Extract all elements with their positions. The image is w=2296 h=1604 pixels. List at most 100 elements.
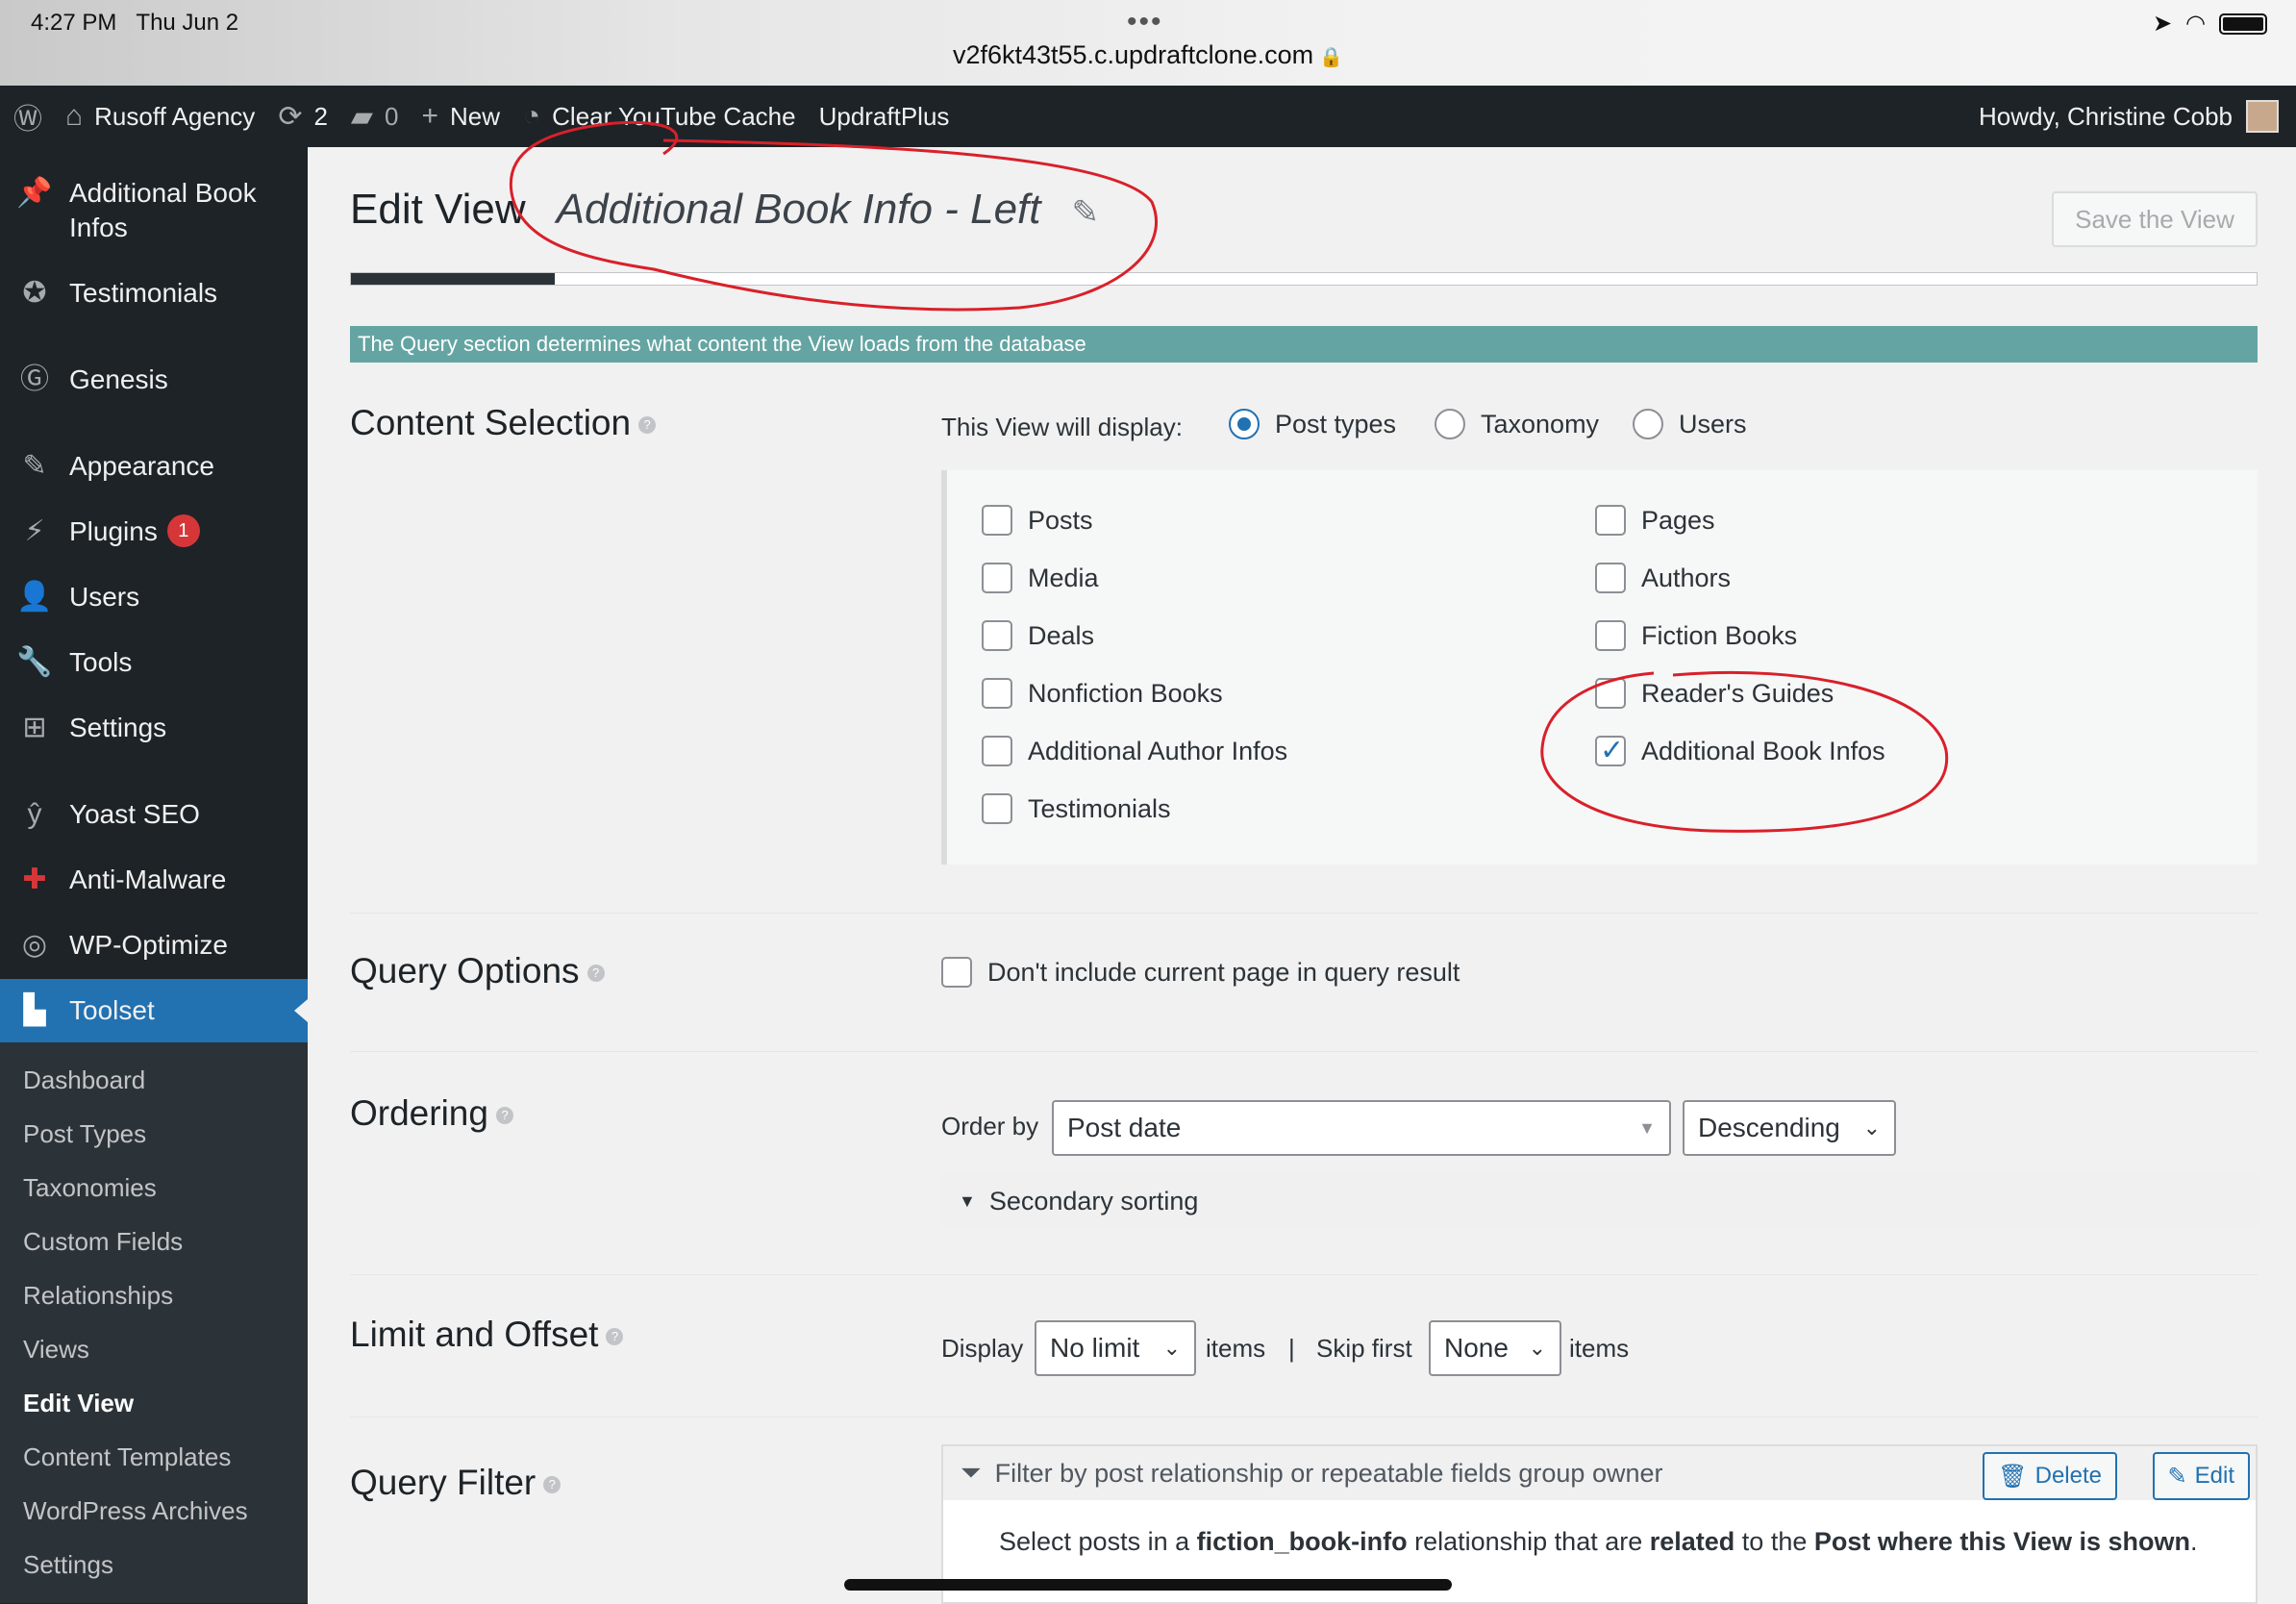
radio-button-selected[interactable] (1229, 409, 1260, 439)
help-icon[interactable]: ? (638, 416, 657, 435)
secondary-sorting-toggle[interactable]: ▼ Secondary sorting (941, 1174, 2258, 1228)
sidebar-item-plugins[interactable]: ⚡ Plugins 1 (0, 514, 308, 549)
section-divider (350, 1416, 2258, 1417)
help-icon[interactable]: ? (606, 1328, 624, 1346)
pencil-icon[interactable]: ✎ (1072, 193, 1100, 232)
filter-title: Filter by post relationship or repeatabl… (994, 1458, 1663, 1488)
more-dots-icon[interactable]: ••• (1127, 6, 1163, 38)
view-name-title[interactable]: Additional Book Info - Left (557, 186, 1041, 234)
checkbox-pages[interactable]: Pages (1595, 505, 1715, 536)
updraftplus-link[interactable]: UpdraftPlus (819, 102, 950, 132)
howdy-text: Howdy, Christine Cobb (1979, 101, 2233, 131)
checkbox-deals[interactable]: Deals (982, 620, 1094, 651)
query-options-heading: Query Options? (350, 951, 605, 991)
optimize-icon: ◎ (21, 929, 48, 961)
updates-link[interactable]: ⟳ 2 (278, 100, 328, 134)
submenu-dashboard[interactable]: Dashboard (23, 1065, 145, 1095)
sidebar-item-settings[interactable]: ⊞ Settings (0, 711, 308, 745)
display-label: This View will display: (941, 413, 1183, 441)
submenu-taxonomies[interactable]: Taxonomies (23, 1173, 157, 1203)
help-icon[interactable]: ? (543, 1476, 562, 1494)
edit-filter-button[interactable]: ✎ Edit (2152, 1452, 2250, 1500)
query-filter-heading: Query Filter? (350, 1463, 562, 1503)
sidebar-item-wp-optimize[interactable]: ◎ WP-Optimize (0, 928, 308, 963)
submenu-settings[interactable]: Settings (23, 1550, 113, 1580)
skip-first-select[interactable]: None ⌄ (1429, 1320, 1561, 1376)
caret-down-icon: ▼ (1638, 1118, 1656, 1138)
checkbox-media[interactable]: Media (982, 563, 1099, 593)
comment-icon: ▰ (350, 100, 373, 133)
submenu-views[interactable]: Views (23, 1335, 89, 1365)
submenu-relationships[interactable]: Relationships (23, 1281, 173, 1311)
wordpress-logo-button[interactable]: Ⓦ (13, 95, 42, 138)
shield-icon: ✚ (22, 864, 47, 895)
radio-users[interactable]: Users (1633, 409, 1747, 439)
checkbox-posts[interactable]: Posts (982, 505, 1093, 536)
checkbox-readers-guides[interactable]: Reader's Guides (1595, 678, 1834, 709)
plus-icon: + (421, 100, 438, 132)
radio-button[interactable] (1435, 409, 1465, 439)
sidebar-item-testimonials[interactable]: ✪ Testimonials (0, 276, 308, 311)
ordering-heading: Ordering? (350, 1093, 513, 1134)
submenu-content-templates[interactable]: Content Templates (23, 1442, 231, 1472)
skip-first-label: Skip first (1316, 1334, 1412, 1363)
radio-button[interactable] (1633, 409, 1663, 439)
checkbox-exclude-current-page[interactable]: Don't include current page in query resu… (941, 957, 1460, 988)
radio-post-types[interactable]: Post types (1229, 409, 1396, 439)
chevron-down-icon: ⌄ (1162, 1336, 1181, 1360)
sidebar-item-anti-malware[interactable]: ✚ Anti-Malware (0, 863, 308, 897)
submenu-custom-fields[interactable]: Custom Fields (23, 1227, 183, 1257)
new-content-link[interactable]: + New (421, 100, 500, 133)
help-icon[interactable]: ? (586, 965, 605, 983)
order-by-select[interactable]: Post date ▼ (1052, 1100, 1671, 1156)
url-text: v2f6kt43t55.c.updraftclone.com (952, 40, 1314, 69)
sidebar-item-additional-book-infos[interactable]: 📌 Additional Book Infos (0, 176, 308, 245)
progress-bar (350, 272, 2258, 286)
limit-select[interactable]: No limit ⌄ (1035, 1320, 1196, 1376)
filter-icon: ⏷ (961, 1458, 982, 1487)
limit-offset-heading: Limit and Offset? (350, 1315, 624, 1355)
trash-icon: 🗑 (1998, 1463, 2028, 1490)
home-icon: ⌂ (65, 100, 84, 132)
query-notice: The Query section determines what conten… (350, 326, 2258, 363)
checkbox-fiction-books[interactable]: Fiction Books (1595, 620, 1797, 651)
delete-filter-button[interactable]: 🗑 Delete (1983, 1452, 2117, 1500)
home-indicator[interactable] (844, 1579, 1452, 1591)
address-bar[interactable]: v2f6kt43t55.c.updraftclone.com 🔒 (0, 40, 2296, 70)
site-name-link[interactable]: ⌂ Rusoff Agency (65, 100, 255, 133)
user-icon: 👤 (16, 581, 53, 613)
checkbox-checked[interactable] (1595, 734, 1626, 767)
sliders-icon: ⊞ (22, 712, 47, 743)
toolset-submenu: Dashboard Post Types Taxonomies Custom F… (0, 1042, 308, 1603)
help-icon[interactable]: ? (495, 1107, 513, 1125)
chevron-down-icon: ⌄ (1528, 1336, 1546, 1360)
sidebar-item-yoast-seo[interactable]: ŷ Yoast SEO (0, 797, 308, 832)
comments-link[interactable]: ▰ 0 (351, 100, 399, 134)
checkbox-nonfiction-books[interactable]: Nonfiction Books (982, 678, 1223, 709)
account-menu[interactable]: Howdy, Christine Cobb (1979, 86, 2279, 147)
checkbox-additional-book-infos[interactable]: Additional Book Infos (1595, 734, 1885, 767)
clear-youtube-cache-link[interactable]: ◔ Clear YouTube Cache (523, 100, 796, 133)
sidebar-item-genesis[interactable]: Ⓖ Genesis (0, 363, 308, 397)
order-direction-select[interactable]: Descending ⌄ (1683, 1100, 1896, 1156)
separator: | (1288, 1334, 1295, 1363)
sidebar-item-appearance[interactable]: ✎ Appearance (0, 449, 308, 484)
checkbox-additional-author-infos[interactable]: Additional Author Infos (982, 736, 1287, 766)
ios-status-bar: 4:27 PM Thu Jun 2 ••• v2f6kt43t55.c.updr… (0, 0, 2296, 86)
gauge-icon: ◔ (523, 100, 541, 132)
filter-header: ⏷ Filter by post relationship or repeata… (943, 1446, 2256, 1500)
checkbox-testimonials[interactable]: Testimonials (982, 793, 1171, 824)
filter-description: Select posts in a fiction_book-info rela… (999, 1527, 2198, 1556)
sidebar-item-tools[interactable]: 🔧 Tools (0, 645, 308, 680)
submenu-wordpress-archives[interactable]: WordPress Archives (23, 1496, 248, 1526)
sidebar-item-toolset[interactable]: ▙ Toolset (0, 979, 308, 1042)
pin-icon: 📌 (16, 177, 53, 209)
order-by-label: Order by (941, 1112, 1039, 1140)
submenu-edit-view[interactable]: Edit View (23, 1389, 134, 1418)
checkbox-authors[interactable]: Authors (1595, 563, 1731, 593)
submenu-post-types[interactable]: Post Types (23, 1119, 146, 1149)
sidebar-item-users[interactable]: 👤 Users (0, 580, 308, 614)
chevron-down-icon: ⌄ (1862, 1115, 1881, 1140)
save-view-button[interactable]: Save the View (2052, 191, 2258, 247)
radio-taxonomy[interactable]: Taxonomy (1435, 409, 1599, 439)
